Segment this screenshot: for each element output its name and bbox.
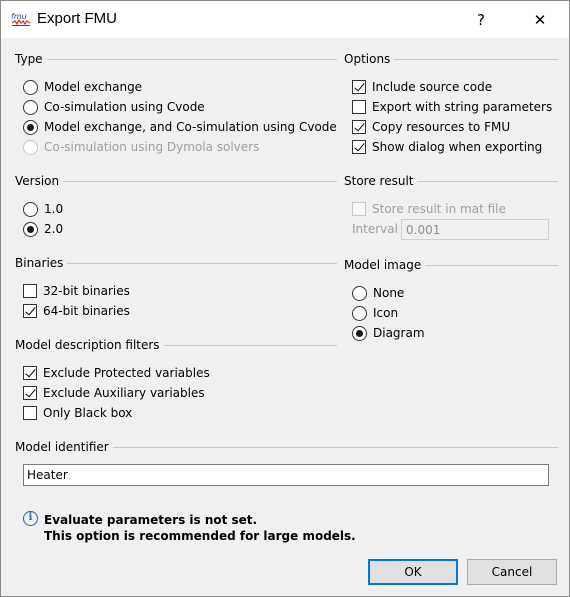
option-label: Only Black box	[43, 406, 133, 420]
option-label: Model exchange	[44, 80, 143, 94]
option-label: Store result in mat file	[372, 202, 506, 216]
filter-exclude-protected[interactable]: Exclude Protected variables	[23, 365, 210, 381]
radio-button[interactable]	[23, 201, 38, 217]
options-heading-label: Options	[344, 52, 391, 66]
store-result-heading-label: Store result	[344, 174, 414, 188]
filter-only-black-box[interactable]: Only Black box	[23, 405, 132, 421]
option-label: Co-simulation using Cvode	[44, 100, 205, 114]
info-message: Evaluate parameters is not set. This opt…	[44, 512, 356, 544]
option-label: None	[373, 286, 405, 300]
info-icon: i	[23, 511, 38, 526]
help-icon: ?	[477, 10, 485, 29]
fmu-app-icon: fmu	[11, 12, 31, 26]
radio-button[interactable]	[352, 305, 367, 321]
binaries-64-bit[interactable]: 64-bit binaries	[23, 303, 130, 319]
option-label: Show dialog when exporting	[372, 140, 543, 154]
checkbox[interactable]	[23, 304, 37, 318]
radio-button	[23, 139, 38, 155]
identifier-group-heading: Model identifier	[15, 440, 558, 454]
option-label: Model exchange, and Co-simulation using …	[44, 120, 337, 134]
option-label: Export with string parameters	[372, 100, 553, 114]
radio-button[interactable]	[23, 79, 38, 95]
type-option-co-simulation-cvode[interactable]: Co-simulation using Cvode	[23, 99, 205, 115]
radio-button[interactable]	[23, 119, 38, 135]
checkbox[interactable]	[23, 284, 37, 298]
type-option-co-simulation-dymola: Co-simulation using Dymola solvers	[23, 139, 259, 155]
option-label: Include source code	[372, 80, 493, 94]
checkbox[interactable]	[352, 120, 366, 134]
checkbox[interactable]	[352, 140, 366, 154]
radio-button[interactable]	[23, 99, 38, 115]
version-option-1-0[interactable]: 1.0	[23, 201, 63, 217]
option-label: Diagram	[373, 326, 425, 340]
type-option-model-exchange[interactable]: Model exchange	[23, 79, 142, 95]
version-option-2-0[interactable]: 2.0	[23, 221, 63, 237]
checkbox[interactable]	[352, 100, 366, 114]
option-label: Icon	[373, 306, 399, 320]
close-button[interactable]: ✕	[517, 1, 563, 38]
option-label: 2.0	[44, 222, 64, 236]
checkbox[interactable]	[23, 406, 37, 420]
export-fmu-dialog: fmu Export FMU ? ✕ Type Model exchange C…	[0, 0, 570, 597]
checkbox[interactable]	[23, 366, 37, 380]
type-option-model-exchange-and-co-simulation[interactable]: Model exchange, and Co-simulation using …	[23, 119, 337, 135]
store-result-group-heading: Store result	[344, 174, 558, 188]
checkbox[interactable]	[23, 386, 37, 400]
cancel-button[interactable]: Cancel	[467, 559, 557, 585]
option-label: Exclude Auxiliary variables	[43, 386, 205, 400]
version-group-heading: Version	[15, 174, 337, 188]
close-icon: ✕	[533, 10, 547, 29]
identifier-heading-label: Model identifier	[15, 440, 109, 454]
checkbox[interactable]	[352, 80, 366, 94]
model-image-group-heading: Model image	[344, 258, 558, 272]
model-image-option-none[interactable]: None	[352, 285, 404, 301]
option-label: 32-bit binaries	[43, 284, 130, 298]
title-bar: fmu Export FMU ? ✕	[1, 1, 569, 38]
binaries-group-heading: Binaries	[15, 256, 337, 270]
type-heading-label: Type	[15, 52, 43, 66]
interval-input	[401, 219, 549, 240]
info-line-2: This option is recommended for large mod…	[44, 529, 356, 543]
option-label: 64-bit binaries	[43, 304, 130, 318]
options-group-heading: Options	[344, 52, 558, 66]
filters-group-heading: Model description filters	[15, 338, 337, 352]
option-label: 1.0	[44, 202, 64, 216]
model-image-option-icon[interactable]: Icon	[352, 305, 398, 321]
version-heading-label: Version	[15, 174, 60, 188]
help-button[interactable]: ?	[458, 1, 504, 38]
ok-button[interactable]: OK	[368, 559, 458, 585]
store-result-checkbox-row: Store result in mat file	[352, 201, 506, 217]
model-image-option-diagram[interactable]: Diagram	[352, 325, 425, 341]
filter-exclude-auxiliary[interactable]: Exclude Auxiliary variables	[23, 385, 205, 401]
binaries-32-bit[interactable]: 32-bit binaries	[23, 283, 130, 299]
filters-heading-label: Model description filters	[15, 338, 160, 352]
radio-button[interactable]	[352, 325, 367, 341]
option-label: Exclude Protected variables	[43, 366, 210, 380]
option-label: Co-simulation using Dymola solvers	[44, 140, 260, 154]
checkbox	[352, 202, 366, 216]
model-image-heading-label: Model image	[344, 258, 422, 272]
option-export-string-parameters[interactable]: Export with string parameters	[352, 99, 552, 115]
radio-button[interactable]	[23, 221, 38, 237]
model-identifier-input[interactable]	[23, 464, 549, 486]
type-group-heading: Type	[15, 52, 337, 66]
option-label: Copy resources to FMU	[372, 120, 511, 134]
radio-button[interactable]	[352, 285, 367, 301]
option-show-dialog[interactable]: Show dialog when exporting	[352, 139, 542, 155]
info-line-1: Evaluate parameters is not set.	[44, 513, 258, 527]
option-copy-resources[interactable]: Copy resources to FMU	[352, 119, 510, 135]
option-include-source-code[interactable]: Include source code	[352, 79, 492, 95]
binaries-heading-label: Binaries	[15, 256, 64, 270]
interval-label: Interval	[352, 222, 398, 236]
window-title: Export FMU	[37, 10, 118, 27]
